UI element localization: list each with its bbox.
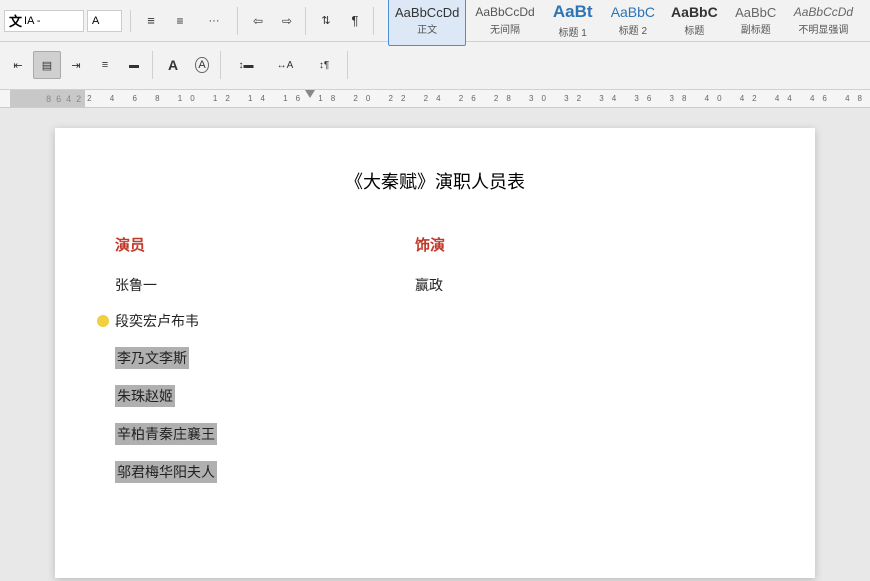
font-name-input[interactable]: 文 IA - <box>4 10 84 32</box>
align-center-button[interactable]: ▤ <box>33 51 61 79</box>
document-title: 《大秦赋》演职人员表 <box>115 168 755 194</box>
actor-name-1: 张鲁一 <box>115 275 415 295</box>
bullet-list-button[interactable]: ≡ <box>137 7 165 35</box>
style-no-gap[interactable]: AaBbCcDd 无间隔 <box>468 0 541 46</box>
style-heading[interactable]: AaBbC 标题 <box>664 0 725 46</box>
numbered-list-button[interactable]: ≡ <box>166 7 194 35</box>
style-subtle[interactable]: AaBbCcDd 不明显强调 <box>787 0 860 46</box>
indent-decrease-button[interactable]: ⇦ <box>244 7 272 35</box>
toolbar-row2: ⇤ ▤ ⇥ ≡ ▬ A A <box>0 42 870 88</box>
role-name-1: 赢政 <box>415 275 443 295</box>
align-distribute-button[interactable]: ▬ <box>120 51 148 79</box>
alignment-group: ⇤ ▤ ⇥ ≡ ▬ <box>4 51 153 79</box>
line-height-button[interactable]: ↕▬ <box>227 51 265 79</box>
actor-name-5: 辛柏青秦庄襄王 <box>115 423 415 445</box>
cast-row-3: 李乃文李斯 <box>115 347 755 369</box>
selected-actor-3: 李乃文李斯 <box>115 347 189 369</box>
align-right-button[interactable]: ⇥ <box>62 51 90 79</box>
selected-actor-6: 邬君梅华阳夫人 <box>115 461 217 483</box>
actor-column-header: 演员 <box>115 234 415 255</box>
ruler-main: 2 4 6 8 10 12 14 16 18 20 22 24 26 28 30… <box>85 94 870 103</box>
ruler-left-margin: 8 6 4 2 <box>10 90 85 107</box>
spacing-group: ↕▬ ↔A ↕¶ <box>227 51 348 79</box>
char-spacing-button[interactable]: ↔A <box>266 51 304 79</box>
role-column-header: 饰演 <box>415 234 445 255</box>
cast-row-4: 朱珠赵姬 <box>115 385 755 407</box>
cast-table: 演员 饰演 张鲁一 赢政 段奕宏卢布韦 <box>115 234 755 483</box>
actor-name-4: 朱珠赵姬 <box>115 385 415 407</box>
font-group: 文 IA - A <box>4 10 131 32</box>
style-heading1[interactable]: AaBt 标题 1 <box>544 0 602 46</box>
sort-group: ⇅ ¶ <box>312 7 374 35</box>
actor-name-2: 段奕宏卢布韦 <box>115 311 415 331</box>
para-spacing-button[interactable]: ↕¶ <box>305 51 343 79</box>
cast-row-6: 邬君梅华阳夫人 <box>115 461 755 483</box>
style-gallery: AaBbCcDd 正文 AaBbCcDd 无间隔 AaBt 标题 1 AaBbC… <box>388 0 860 46</box>
font-circle-button[interactable]: A <box>188 51 216 79</box>
document-page[interactable]: 《大秦赋》演职人员表 演员 饰演 张鲁一 赢政 <box>55 128 815 578</box>
ruler-marker <box>305 90 315 98</box>
cast-row-1: 张鲁一 赢政 <box>115 275 755 295</box>
show-marks-button[interactable]: ¶ <box>341 7 369 35</box>
toolbar-row1: 文 IA - A ≡ ≡ ··· ⇦ <box>0 0 870 42</box>
toolbar-area: 文 IA - A ≡ ≡ ··· ⇦ <box>0 0 870 90</box>
cast-header-row: 演员 饰演 <box>115 234 755 255</box>
multilevel-list-button[interactable]: ··· <box>195 7 233 35</box>
font-a-big-button[interactable]: A <box>159 51 187 79</box>
font-size-input[interactable]: A <box>87 10 122 32</box>
cast-row-2: 段奕宏卢布韦 <box>115 311 755 331</box>
ruler: 8 6 4 2 2 4 6 8 10 12 14 16 18 20 22 24 … <box>0 90 870 108</box>
indent-increase-button[interactable]: ⇨ <box>273 7 301 35</box>
align-justify-button[interactable]: ≡ <box>91 51 119 79</box>
selected-actor-5: 辛柏青秦庄襄王 <box>115 423 217 445</box>
style-heading2[interactable]: AaBbC 标题 2 <box>604 0 662 46</box>
selected-actor-4: 朱珠赵姬 <box>115 385 175 407</box>
document-area: 《大秦赋》演职人员表 演员 饰演 张鲁一 赢政 <box>0 108 870 581</box>
align-left-button[interactable]: ⇤ <box>4 51 32 79</box>
list-group: ≡ ≡ ··· <box>137 7 238 35</box>
font-style-group: A A <box>159 51 221 79</box>
style-subtitle[interactable]: AaBbC 副标题 <box>727 0 785 46</box>
cursor-marker <box>97 315 109 327</box>
actor-name-6: 邬君梅华阳夫人 <box>115 461 415 483</box>
cast-row-5: 辛柏青秦庄襄王 <box>115 423 755 445</box>
actor-name-3: 李乃文李斯 <box>115 347 415 369</box>
sort-button[interactable]: ⇅ <box>312 7 340 35</box>
font-controls: 文 IA - A <box>4 10 122 32</box>
indent-group: ⇦ ⇨ <box>244 7 306 35</box>
style-normal[interactable]: AaBbCcDd 正文 <box>388 0 466 46</box>
